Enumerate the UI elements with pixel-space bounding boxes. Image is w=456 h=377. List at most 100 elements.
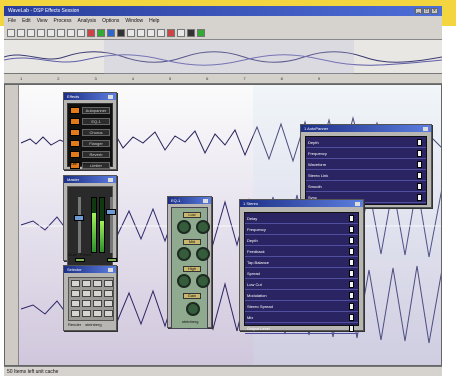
eq-panel[interactable]: EQ-1 Low Mid High Gain steinberg xyxy=(167,196,212,329)
fader-handle-right[interactable] xyxy=(106,209,116,215)
stereo-panel[interactable]: 1 Stereo Delay Frequency Depth Feedback … xyxy=(239,199,364,334)
param-slider[interactable] xyxy=(349,269,354,277)
zoom-in-button[interactable] xyxy=(127,28,135,37)
loop-button[interactable] xyxy=(107,28,115,37)
key-7[interactable] xyxy=(93,290,102,297)
param-slider[interactable] xyxy=(417,160,422,168)
param-slider[interactable] xyxy=(349,214,354,222)
monitor-button[interactable] xyxy=(197,28,205,37)
mid-knob[interactable] xyxy=(177,247,191,261)
effect-name[interactable]: EQ-1 xyxy=(82,118,110,125)
param-row[interactable]: Smooth xyxy=(306,181,426,192)
effect-name[interactable]: Flanger xyxy=(82,140,110,147)
open-file-button[interactable] xyxy=(17,28,25,37)
param-slider[interactable] xyxy=(349,247,354,255)
mute-button[interactable]: Mute xyxy=(68,161,77,166)
fader-handle-left[interactable] xyxy=(74,215,84,221)
selector-close-button[interactable] xyxy=(108,267,113,272)
effect-enable-button[interactable] xyxy=(70,118,80,125)
param-slider[interactable] xyxy=(417,138,422,146)
effects-panel[interactable]: Effects Autopanner EQ-1 Chorus Flanger R… xyxy=(63,92,117,170)
param-slider[interactable] xyxy=(349,225,354,233)
effect-enable-button[interactable] xyxy=(70,107,80,114)
undo-button[interactable] xyxy=(37,28,45,37)
menu-file[interactable]: File xyxy=(8,18,16,24)
copy-button[interactable] xyxy=(67,28,75,37)
param-slider[interactable] xyxy=(349,302,354,310)
master-preset-button[interactable]: Preset xyxy=(80,252,92,257)
key-4[interactable] xyxy=(104,280,113,287)
effect-row-4[interactable]: Flanger xyxy=(70,139,110,148)
param-row[interactable]: Output Level xyxy=(245,323,358,334)
menu-view[interactable]: View xyxy=(37,18,48,24)
menu-analysis[interactable]: Analysis xyxy=(78,18,97,24)
master-close-button[interactable] xyxy=(108,177,113,182)
render-button[interactable]: Render xyxy=(68,322,81,327)
param-row[interactable]: Delay xyxy=(245,213,358,224)
high-knob[interactable] xyxy=(177,274,191,288)
param-slider[interactable] xyxy=(417,182,422,190)
effect-row-2[interactable]: EQ-1 xyxy=(70,117,110,126)
effect-name[interactable]: Autopanner xyxy=(82,107,110,114)
stop-button[interactable] xyxy=(117,28,125,37)
preset-button[interactable]: Preset xyxy=(80,161,92,166)
menu-edit[interactable]: Edit xyxy=(22,18,31,24)
eq-close-button[interactable] xyxy=(203,198,208,203)
key-9[interactable] xyxy=(71,300,80,307)
effect-row-3[interactable]: Chorus xyxy=(70,128,110,137)
param-slider[interactable] xyxy=(349,324,354,332)
param-row[interactable]: Depth xyxy=(245,235,358,246)
output-gain-knob[interactable] xyxy=(186,302,200,316)
autopanner-panel[interactable]: 1 AutoPanner Depth Frequency Waveform St… xyxy=(300,124,432,208)
cut-button[interactable] xyxy=(57,28,65,37)
selector-panel[interactable]: Selector Render steinberg xyxy=(63,265,117,331)
close-button[interactable]: × xyxy=(431,8,438,14)
effect-row-5[interactable]: Reverb xyxy=(70,150,110,159)
high-gain-knob[interactable] xyxy=(196,274,210,288)
key-3[interactable] xyxy=(93,280,102,287)
param-row[interactable]: Frequency xyxy=(245,224,358,235)
param-row[interactable]: Modulation xyxy=(245,290,358,301)
param-slider[interactable] xyxy=(349,258,354,266)
play-button[interactable] xyxy=(97,28,105,37)
autopanner-close-button[interactable] xyxy=(423,126,428,131)
param-row[interactable]: Mix xyxy=(245,312,358,323)
key-10[interactable] xyxy=(82,300,91,307)
maximize-button[interactable]: □ xyxy=(423,8,430,14)
low-knob[interactable] xyxy=(177,220,191,234)
key-15[interactable] xyxy=(93,310,102,317)
param-row[interactable]: Depth xyxy=(306,137,426,148)
key-14[interactable] xyxy=(82,310,91,317)
key-8[interactable] xyxy=(104,290,113,297)
param-slider[interactable] xyxy=(349,313,354,321)
key-1[interactable] xyxy=(71,280,80,287)
param-slider[interactable] xyxy=(417,171,422,179)
param-row[interactable]: Tap Balance xyxy=(245,257,358,268)
low-gain-knob[interactable] xyxy=(196,220,210,234)
param-slider[interactable] xyxy=(349,280,354,288)
record-arm-button[interactable] xyxy=(167,28,175,37)
effect-name[interactable]: Chorus xyxy=(82,129,110,136)
key-13[interactable] xyxy=(71,310,80,317)
menu-options[interactable]: Options xyxy=(102,18,119,24)
param-slider[interactable] xyxy=(417,193,422,201)
zoom-out-button[interactable] xyxy=(137,28,145,37)
key-6[interactable] xyxy=(82,290,91,297)
mid-gain-knob[interactable] xyxy=(196,247,210,261)
marker-button[interactable] xyxy=(157,28,165,37)
effect-name[interactable]: Reverb xyxy=(82,151,110,158)
menu-process[interactable]: Process xyxy=(53,18,71,24)
menu-window[interactable]: Window xyxy=(125,18,143,24)
effect-enable-button[interactable] xyxy=(70,129,80,136)
param-slider[interactable] xyxy=(349,236,354,244)
key-12[interactable] xyxy=(104,300,113,307)
effect-enable-button[interactable] xyxy=(70,140,80,147)
redo-button[interactable] xyxy=(47,28,55,37)
key-16[interactable] xyxy=(104,310,113,317)
param-row[interactable]: Waveform xyxy=(306,159,426,170)
stereo-close-button[interactable] xyxy=(355,201,360,206)
param-slider[interactable] xyxy=(349,291,354,299)
param-row[interactable]: Stereo Spread xyxy=(245,301,358,312)
record-button[interactable] xyxy=(87,28,95,37)
param-row[interactable]: Low Cut xyxy=(245,279,358,290)
